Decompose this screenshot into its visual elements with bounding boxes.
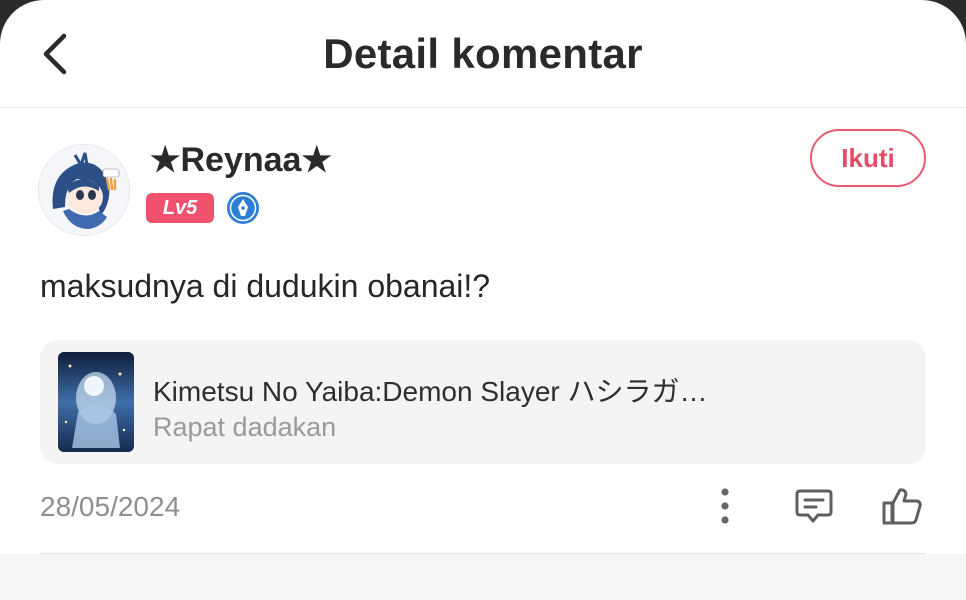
story-title: Kimetsu No Yaiba:Demon Slayer ハシラガ… [153,376,708,407]
follow-button[interactable]: Ikuti [810,129,926,187]
avatar[interactable] [38,144,130,236]
username[interactable]: ★Reynaa★ [150,140,332,180]
comment-date: 28/05/2024 [40,491,181,522]
level-badge: Lv5 [146,193,214,223]
creator-badge-icon [227,192,259,224]
like-icon [882,488,922,525]
reply-icon [795,489,833,523]
page-title: Detail komentar [323,30,643,77]
story-cover-image [58,352,134,452]
comment-detail-screen: Detail komentar ★Reynaa★ Lv5 Ikuti maksu… [0,0,966,600]
section-separator [0,554,966,600]
more-icon [721,488,729,524]
linked-story-card[interactable]: Kimetsu No Yaiba:Demon Slayer ハシラガ… Rapa… [40,340,926,464]
avatar-image [39,145,129,235]
comment-text: maksudnya di dudukin obanai!? [40,268,491,304]
reply-button[interactable] [792,484,836,528]
story-chapter: Rapat dadakan [153,412,337,442]
more-button[interactable] [710,484,740,528]
like-button[interactable] [880,484,924,528]
header: Detail komentar [0,0,966,108]
